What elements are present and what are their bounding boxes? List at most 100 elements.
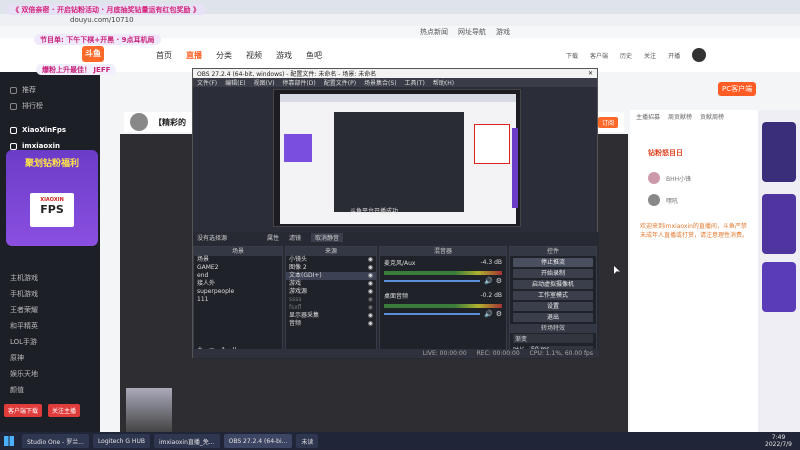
sidebar-item-mobile[interactable]: 手机游戏 bbox=[0, 286, 100, 302]
volume-slider[interactable] bbox=[384, 280, 480, 282]
menu-profile[interactable]: 配置文件(P) bbox=[324, 78, 356, 87]
clock-time[interactable]: 7:49 bbox=[765, 434, 792, 441]
eye-icon[interactable]: ◉ bbox=[368, 288, 373, 296]
sidebar-item-beauty[interactable]: 颜值 bbox=[0, 382, 100, 398]
nav-home[interactable]: 首页 bbox=[156, 50, 172, 61]
nav-category[interactable]: 分类 bbox=[216, 50, 232, 61]
douyu-logo[interactable]: 斗鱼 bbox=[82, 46, 104, 62]
eye-icon[interactable]: ◉ bbox=[368, 256, 373, 264]
sidebar-item-kog[interactable]: 王者荣耀 bbox=[0, 302, 100, 318]
taskbar-app-active[interactable]: OBS 27.2.4 (64-bi... bbox=[223, 434, 293, 448]
subscribe-button[interactable]: 订阅 bbox=[597, 116, 618, 128]
channel-name: 麦克风/Aux bbox=[384, 260, 416, 267]
source-item[interactable]: 文本(GDI+) ◉ bbox=[286, 272, 376, 280]
scene-item[interactable]: GAME2 bbox=[194, 264, 282, 272]
virtual-camera-button[interactable]: 启动虚拟摄像机 bbox=[513, 280, 593, 289]
sidebar-item-console[interactable]: 主机游戏 bbox=[0, 270, 100, 286]
scene-item[interactable]: 111 bbox=[194, 296, 282, 304]
speaker-icon[interactable]: 🔊 bbox=[484, 277, 493, 285]
pc-client-button[interactable]: PC客户端 bbox=[718, 82, 757, 96]
taskbar-app[interactable]: Logitech G HUB bbox=[92, 434, 150, 448]
source-item[interactable]: fsxfl ◉ bbox=[286, 304, 376, 312]
nav-game[interactable]: 游戏 bbox=[276, 50, 292, 61]
sidebar-item-ent[interactable]: 娱乐天地 bbox=[0, 366, 100, 382]
menu-scenes[interactable]: 场景集合(S) bbox=[364, 78, 397, 87]
nav-video[interactable]: 视频 bbox=[246, 50, 262, 61]
filters-button[interactable]: 滤镜 bbox=[289, 233, 301, 242]
scene-item[interactable]: end bbox=[194, 272, 282, 280]
room-avatar[interactable] bbox=[130, 113, 148, 131]
eye-icon[interactable]: ◉ bbox=[368, 296, 373, 304]
header-client[interactable]: 客户端 bbox=[590, 51, 608, 60]
tab-recruit[interactable]: 主播招募 bbox=[636, 112, 660, 121]
source-item[interactable]: 音频 ◉ bbox=[286, 320, 376, 328]
settings-button[interactable]: 设置 bbox=[513, 302, 593, 311]
eye-icon[interactable]: ◉ bbox=[368, 264, 373, 272]
nav-live[interactable]: 直播 bbox=[186, 50, 202, 61]
right-ad-column[interactable] bbox=[758, 110, 800, 432]
bookmark-item[interactable]: 热点新闻 bbox=[420, 27, 448, 37]
speaker-icon[interactable]: 🔊 bbox=[484, 310, 493, 318]
scene-item[interactable]: 接人外 bbox=[194, 280, 282, 288]
taskbar-app[interactable]: Studio One - 罗兰... bbox=[22, 434, 89, 448]
start-recording-button[interactable]: 开始录制 bbox=[513, 269, 593, 278]
menu-file[interactable]: 文件(F) bbox=[197, 78, 217, 87]
social-xiaoxinfps[interactable]: XiaoXinFps bbox=[0, 122, 100, 138]
tab-weekly[interactable]: 周贡献榜 bbox=[668, 112, 692, 121]
taskbar-app[interactable]: 未读 bbox=[296, 434, 319, 448]
promo-banner[interactable]: 聚划钻粉福利 XIAOXIN FPS bbox=[6, 150, 98, 246]
client-download-button[interactable]: 客户端下载 bbox=[4, 404, 43, 417]
bookmark-item[interactable]: 游戏 bbox=[496, 27, 510, 37]
menu-view[interactable]: 视图(V) bbox=[254, 78, 275, 87]
menu-edit[interactable]: 编辑(E) bbox=[225, 78, 245, 87]
source-item[interactable]: 游戏 ◉ bbox=[286, 280, 376, 288]
rec-timer: REC: 00:00:00 bbox=[476, 350, 520, 357]
sidebar-item-rank[interactable]: 排行榜 bbox=[0, 98, 100, 114]
menu-tools[interactable]: 工具(T) bbox=[405, 78, 425, 87]
menu-docks[interactable]: 停靠部件(D) bbox=[282, 78, 315, 87]
eye-icon[interactable]: ◉ bbox=[368, 304, 373, 312]
taskbar-app[interactable]: imxiaoxin直播_免... bbox=[153, 434, 220, 448]
transition-select[interactable]: 渐变 bbox=[513, 334, 593, 343]
gear-icon[interactable]: ⚙ bbox=[496, 310, 502, 318]
sidebar-item-pubg[interactable]: 和平精英 bbox=[0, 318, 100, 334]
eye-icon[interactable]: ◉ bbox=[368, 312, 373, 320]
props-button[interactable]: 属性 bbox=[267, 233, 279, 242]
exit-button[interactable]: 退出 bbox=[513, 313, 593, 322]
gear-icon[interactable]: ⚙ bbox=[496, 277, 502, 285]
scene-item[interactable]: 场景 bbox=[194, 256, 282, 264]
close-icon[interactable]: ✕ bbox=[588, 70, 593, 77]
scene-item[interactable]: superpeople bbox=[194, 288, 282, 296]
studio-mode-button[interactable]: 工作室模式 bbox=[513, 291, 593, 300]
menu-help[interactable]: 帮助(H) bbox=[433, 78, 454, 87]
eye-icon[interactable]: ◉ bbox=[368, 320, 373, 328]
sidebar-item-recommend[interactable]: 推荐 bbox=[0, 82, 100, 98]
overlay-schedule: 节目单: 下午下棋+开黑 · 9点耳机局 bbox=[34, 34, 161, 45]
sidebar-item-genshin[interactable]: 原神 bbox=[0, 350, 100, 366]
source-item[interactable]: 小镜头 ◉ bbox=[286, 256, 376, 264]
address-bar[interactable]: douyu.com/10710 bbox=[0, 14, 800, 26]
tab-contrib[interactable]: 贡献周榜 bbox=[700, 112, 724, 121]
clock-date[interactable]: 2022/7/9 bbox=[765, 441, 792, 448]
avatar[interactable] bbox=[692, 48, 707, 62]
bookmark-item[interactable]: 网址导航 bbox=[458, 27, 486, 37]
obs-preview[interactable]: 斗鱼平台开播成功 bbox=[273, 89, 521, 227]
stop-stream-button[interactable]: 停止推流 bbox=[513, 258, 593, 267]
eye-icon[interactable]: ◉ bbox=[368, 280, 373, 288]
header-follow[interactable]: 关注 bbox=[644, 51, 656, 60]
unmute-button[interactable]: 取消静音 bbox=[311, 232, 344, 242]
sidebar-item-lol[interactable]: LOL手游 bbox=[0, 334, 100, 350]
source-item[interactable]: 显示器采集 ◉ bbox=[286, 312, 376, 320]
source-item[interactable]: 游戏源 ◉ bbox=[286, 288, 376, 296]
eye-icon[interactable]: ◉ bbox=[368, 272, 373, 280]
volume-slider[interactable] bbox=[384, 313, 480, 315]
address-text[interactable]: douyu.com/10710 bbox=[70, 16, 134, 24]
source-item[interactable]: 图像 2 ◉ bbox=[286, 264, 376, 272]
source-item[interactable]: ssss ◉ bbox=[286, 296, 376, 304]
header-golive[interactable]: 开播 bbox=[668, 51, 680, 60]
header-history[interactable]: 历史 bbox=[620, 51, 632, 60]
windows-start-icon[interactable] bbox=[4, 436, 14, 446]
nav-yuba[interactable]: 鱼吧 bbox=[306, 50, 322, 61]
follow-anchor-button[interactable]: 关注主播 bbox=[48, 404, 81, 417]
header-download[interactable]: 下载 bbox=[566, 51, 578, 60]
